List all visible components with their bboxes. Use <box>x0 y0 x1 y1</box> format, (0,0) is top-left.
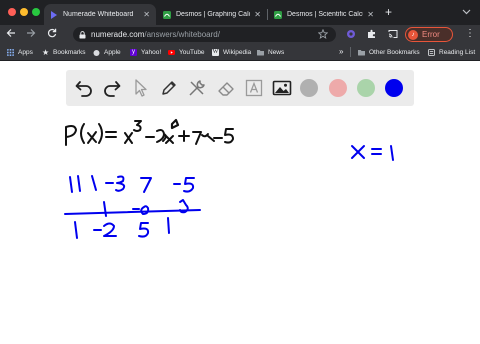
image-icon[interactable] <box>271 77 293 99</box>
browser-menu-icon[interactable]: ⋮ <box>465 28 475 40</box>
extension-ghostery-icon[interactable] <box>346 29 356 39</box>
apple-icon <box>93 49 100 56</box>
forward-arrow-icon[interactable] <box>26 28 36 38</box>
bookmark-label: News <box>268 48 285 56</box>
redo-icon[interactable] <box>101 77 123 99</box>
bookmark-star-icon[interactable] <box>318 29 328 39</box>
folder-icon <box>358 49 365 55</box>
bookmark-news[interactable]: News <box>257 44 284 60</box>
bookmark-apple[interactable]: Apple <box>93 44 121 60</box>
profile-error-button[interactable]: ♪ Error <box>405 27 453 42</box>
desmos-icon <box>274 10 282 19</box>
maximize-window-icon[interactable] <box>32 8 40 16</box>
bookmark-apps[interactable]: Apps <box>7 44 33 60</box>
tab-strip: Numerade Whiteboard ✕ Desmos | Graphing … <box>0 0 480 25</box>
bookmark-yahoo[interactable]: y Yahoo! <box>130 44 161 60</box>
bookmark-label: Bookmarks <box>53 48 86 56</box>
color-swatch-pink[interactable] <box>329 79 347 97</box>
bookmark-wikipedia[interactable]: W Wikipedia <box>212 44 251 60</box>
wikipedia-icon: W <box>212 48 219 56</box>
address-bar[interactable]: numerade.com/answers/whiteboard/ <box>73 27 336 42</box>
bookmark-other-bookmarks[interactable]: Other Bookmarks <box>358 44 420 60</box>
bookmarks-overflow-chevron-icon[interactable]: » <box>339 48 343 56</box>
youtube-icon <box>168 49 175 55</box>
url-path: /answers/whiteboard/ <box>144 30 220 39</box>
tab-numerade-whiteboard[interactable]: Numerade Whiteboard ✕ <box>44 4 156 25</box>
tab-desmos-scientific[interactable]: Desmos | Scientific Calcula ✕ <box>268 4 380 25</box>
color-swatch-blue-selected[interactable] <box>385 79 403 97</box>
reading-list-label: Reading List <box>439 48 476 56</box>
reading-list-icon <box>428 48 435 56</box>
bookmark-label: Other Bookmarks <box>369 48 420 56</box>
star-icon: ★ <box>42 47 50 57</box>
tab-title: Numerade Whiteboard <box>63 11 134 18</box>
tab-title: Desmos | Scientific Calcula <box>287 11 364 18</box>
close-window-icon[interactable] <box>8 8 16 16</box>
close-tab-icon[interactable]: ✕ <box>143 10 150 19</box>
bookmark-youtube[interactable]: YouTube <box>168 44 205 60</box>
browser-toolbar: numerade.com/answers/whiteboard/ ♪ Error… <box>0 25 480 44</box>
reload-icon[interactable] <box>47 28 57 38</box>
tab-desmos-graphing[interactable]: Desmos | Graphing Calculat ✕ <box>157 4 267 25</box>
bookmark-label: Apple <box>104 48 121 56</box>
folder-icon <box>257 49 264 55</box>
color-swatch-green[interactable] <box>357 79 375 97</box>
back-arrow-icon[interactable] <box>6 28 16 38</box>
tab-title: Desmos | Graphing Calculat <box>176 11 250 18</box>
minimize-window-icon[interactable] <box>20 8 28 16</box>
avatar: ♪ <box>408 29 418 40</box>
bookmark-label: Apps <box>18 48 33 56</box>
pen-icon[interactable] <box>158 77 180 99</box>
bookmarks-bar: Apps ★ Bookmarks Apple y Yahoo! YouTube … <box>0 44 480 61</box>
text-tool-icon[interactable] <box>243 77 265 99</box>
select-pointer-icon[interactable] <box>130 77 152 99</box>
bookmarks-divider <box>350 47 351 57</box>
close-tab-icon[interactable]: ✕ <box>367 10 374 19</box>
tools-wrench-icon[interactable] <box>186 77 208 99</box>
desmos-icon <box>163 10 171 19</box>
apps-grid-icon <box>7 48 14 56</box>
extensions-puzzle-icon[interactable] <box>367 29 377 39</box>
yahoo-icon: y <box>130 48 137 56</box>
bookmark-label: Wikipedia <box>223 48 252 56</box>
numerade-play-icon <box>51 10 57 19</box>
tab-search-chevron-icon[interactable] <box>462 9 471 15</box>
cast-icon[interactable] <box>388 29 398 39</box>
eraser-icon[interactable] <box>215 77 237 99</box>
bookmark-label: YouTube <box>179 48 205 56</box>
new-tab-plus-icon[interactable]: + <box>385 5 392 19</box>
color-swatch-gray[interactable] <box>300 79 318 97</box>
url-host: numerade.com <box>91 30 145 39</box>
bookmark-bookmarks[interactable]: ★ Bookmarks <box>42 44 86 60</box>
bookmark-label: Yahoo! <box>141 48 162 56</box>
undo-icon[interactable] <box>73 77 95 99</box>
whiteboard-toolbar <box>66 70 414 106</box>
error-label: Error <box>422 30 440 39</box>
reading-list[interactable]: Reading List <box>428 44 475 60</box>
close-tab-icon[interactable]: ✕ <box>254 10 261 19</box>
lock-icon[interactable] <box>79 30 86 39</box>
